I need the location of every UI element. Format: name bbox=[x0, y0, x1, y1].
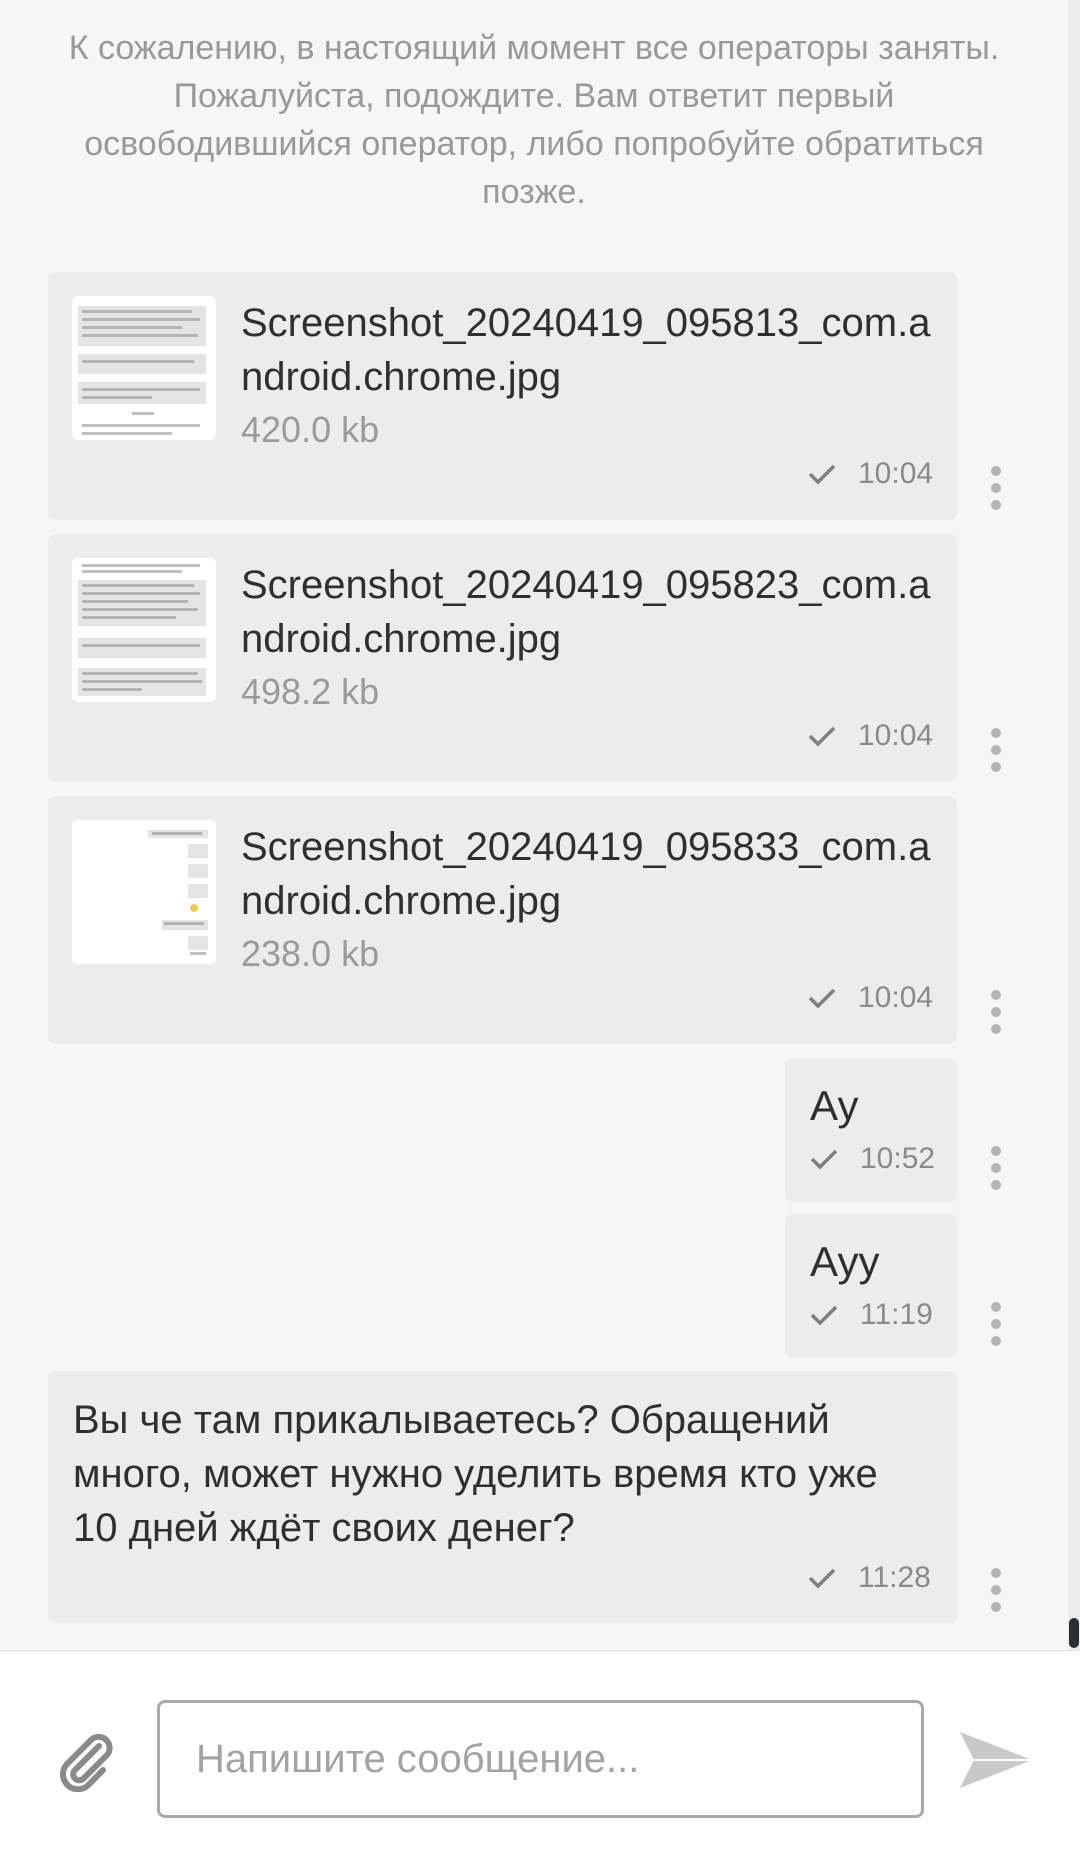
check-icon bbox=[808, 1568, 836, 1589]
file-thumbnail[interactable] bbox=[72, 820, 216, 964]
file-thumbnail[interactable] bbox=[72, 558, 216, 702]
more-options-icon[interactable] bbox=[991, 990, 1001, 1034]
paperclip-icon[interactable] bbox=[55, 1730, 117, 1792]
text-message[interactable]: Вы че там прикалываетесь? Обращений мног… bbox=[48, 1371, 957, 1623]
more-options-icon[interactable] bbox=[991, 1568, 1001, 1612]
check-icon bbox=[808, 726, 836, 747]
text-message[interactable]: Ау 10:52 bbox=[785, 1058, 957, 1202]
message-meta: 10:04 bbox=[808, 981, 933, 1015]
message-time: 11:19 bbox=[860, 1298, 933, 1331]
message-time: 10:52 bbox=[860, 1142, 936, 1175]
file-thumbnail[interactable] bbox=[72, 296, 216, 440]
file-message[interactable]: Screenshot_20240419_095823_com.android.c… bbox=[48, 534, 957, 782]
message-time: 11:28 bbox=[858, 1561, 931, 1594]
more-options-icon[interactable] bbox=[991, 1302, 1001, 1346]
file-message[interactable]: Screenshot_20240419_095833_com.android.c… bbox=[48, 796, 957, 1044]
message-meta: 10:04 bbox=[808, 719, 933, 753]
file-name[interactable]: Screenshot_20240419_095813_com.android.c… bbox=[241, 296, 941, 404]
system-notice: К сожалению, в настоящий момент все опер… bbox=[68, 29, 1000, 211]
check-icon bbox=[810, 1305, 838, 1326]
more-options-icon[interactable] bbox=[991, 1146, 1001, 1190]
more-options-icon[interactable] bbox=[991, 466, 1001, 510]
message-text: Вы че там прикалываетесь? Обращений мног… bbox=[73, 1398, 878, 1550]
scrollbar[interactable] bbox=[1068, 0, 1080, 1650]
message-meta: 11:19 bbox=[810, 1298, 933, 1332]
check-icon bbox=[808, 464, 836, 485]
message-meta: 10:04 bbox=[808, 457, 933, 491]
file-name[interactable]: Screenshot_20240419_095833_com.android.c… bbox=[241, 820, 941, 928]
text-message[interactable]: Ауу 11:19 bbox=[785, 1214, 957, 1358]
message-input[interactable] bbox=[157, 1700, 924, 1818]
send-icon[interactable] bbox=[956, 1728, 1034, 1792]
chat-area: К сожалению, в настоящий момент все опер… bbox=[0, 0, 1080, 1650]
more-options-icon[interactable] bbox=[991, 728, 1001, 772]
file-name[interactable]: Screenshot_20240419_095823_com.android.c… bbox=[241, 558, 941, 666]
message-meta: 11:28 bbox=[808, 1561, 931, 1595]
message-meta: 10:52 bbox=[810, 1142, 935, 1176]
check-icon bbox=[810, 1149, 838, 1170]
file-message[interactable]: Screenshot_20240419_095813_com.android.c… bbox=[48, 272, 957, 520]
message-time: 10:04 bbox=[858, 457, 934, 490]
check-icon bbox=[808, 988, 836, 1009]
scrollbar-thumb[interactable] bbox=[1069, 1618, 1079, 1648]
file-size: 420.0 kb bbox=[241, 409, 380, 450]
message-text: Ауу bbox=[810, 1238, 880, 1285]
message-time: 10:04 bbox=[858, 981, 934, 1014]
file-size: 498.2 kb bbox=[241, 671, 380, 712]
message-text: Ау bbox=[810, 1082, 859, 1129]
message-time: 10:04 bbox=[858, 719, 934, 752]
file-size: 238.0 kb bbox=[241, 933, 380, 974]
